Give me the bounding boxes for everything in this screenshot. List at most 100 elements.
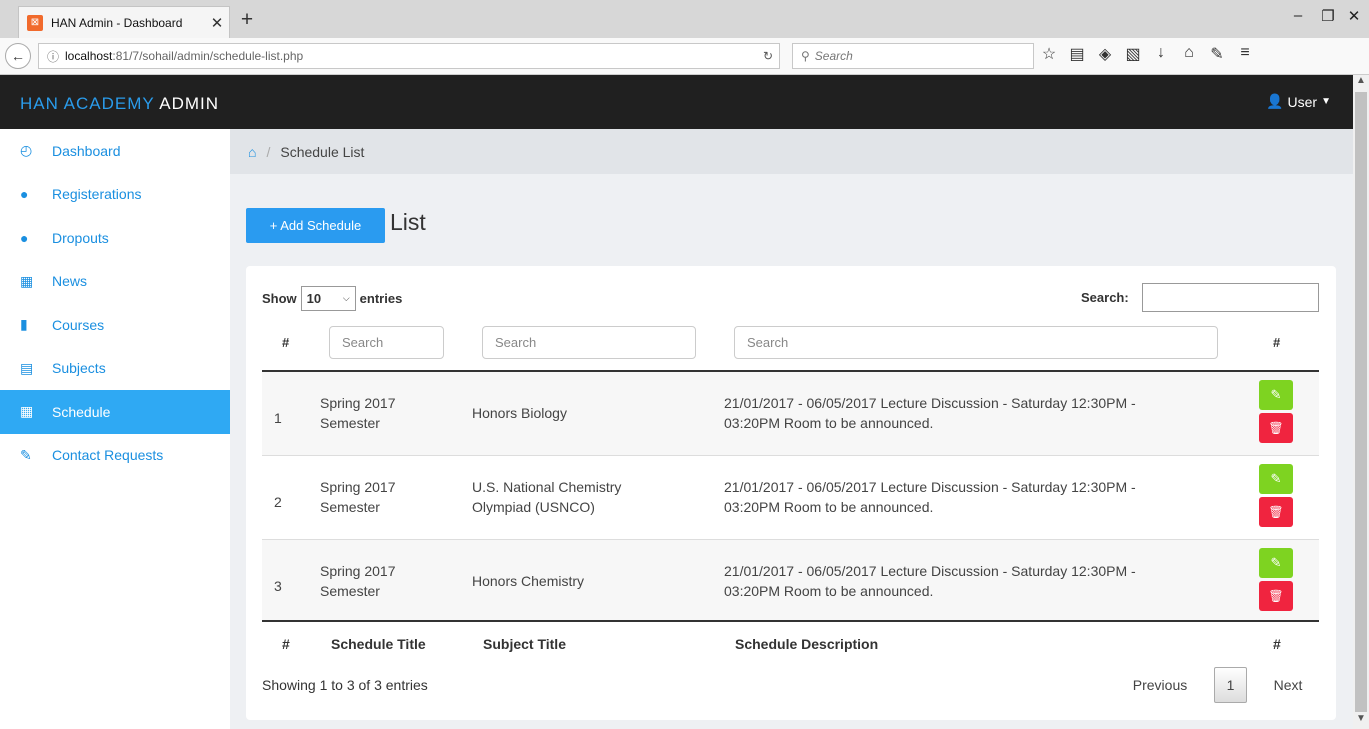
- brand-logo[interactable]: HAN ACADEMY ADMIN: [20, 94, 219, 114]
- scroll-down-icon[interactable]: ▼: [1353, 713, 1369, 729]
- schedule-title-cell: Spring 2017 Semester: [320, 561, 460, 601]
- chevron-down-icon: ⌵: [342, 293, 350, 303]
- sidebar-item-label: Courses: [52, 316, 105, 333]
- browser-search-input[interactable]: ⚲ Search: [792, 43, 1034, 69]
- edit-button[interactable]: ✎: [1259, 464, 1293, 494]
- sidebar-item-schedule[interactable]: ▦ Schedule: [0, 390, 230, 434]
- reading-list-icon[interactable]: ▤: [1068, 44, 1086, 64]
- schedule-title-filter[interactable]: Search: [329, 326, 444, 359]
- delete-button[interactable]: 🗑: [1259, 413, 1293, 443]
- sidebar-item-label: Contact Requests: [52, 447, 164, 464]
- tab-close-icon[interactable]: ✕: [205, 14, 229, 32]
- page-scrollbar[interactable]: ▲ ▼: [1353, 75, 1369, 729]
- pagination-page-1[interactable]: 1: [1214, 667, 1247, 703]
- bookmark-star-icon[interactable]: ☆: [1040, 44, 1058, 64]
- sidebar-item-label: Subjects: [52, 360, 106, 377]
- schedule-description-cell: 21/01/2017 - 06/05/2017 Lecture Discussi…: [724, 561, 1204, 601]
- sidebar-item-dropouts[interactable]: ● Dropouts: [0, 216, 230, 260]
- menu-icon[interactable]: ≡: [1236, 44, 1254, 64]
- sidebar-item-contact-requests[interactable]: ✎ Contact Requests: [0, 434, 230, 478]
- page-length-value: 10: [306, 291, 322, 306]
- user-menu-button[interactable]: 👤 User ▼: [1266, 93, 1331, 110]
- sidebar-item-label: Dropouts: [52, 229, 109, 246]
- breadcrumb: ⌂ / Schedule List: [230, 129, 1353, 174]
- caret-down-icon: ▼: [1321, 96, 1331, 107]
- address-bar[interactable]: ⓘ localhost :81/7/sohail/admin/schedule-…: [38, 43, 780, 69]
- subject-line: U.S. National Chemistry: [472, 479, 622, 495]
- edit-button[interactable]: ✎: [1259, 380, 1293, 410]
- schedule-description-cell: 21/01/2017 - 06/05/2017 Lecture Discussi…: [724, 477, 1204, 517]
- table-footer-divider: [262, 620, 1319, 622]
- schedule-description-cell: 21/01/2017 - 06/05/2017 Lecture Discussi…: [724, 393, 1204, 433]
- browser-tab-strip: ⊠ HAN Admin - Dashboard ✕ + – ❐ ✕: [0, 0, 1369, 38]
- trash-icon: 🗑: [1268, 421, 1284, 435]
- download-icon[interactable]: ↓: [1152, 44, 1170, 64]
- table-search-label: Search:: [1081, 290, 1129, 305]
- delete-button[interactable]: 🗑: [1259, 581, 1293, 611]
- row-number: 1: [274, 410, 282, 426]
- reload-icon[interactable]: ↻: [763, 49, 773, 63]
- footer-schedule-title: Schedule Title: [331, 636, 426, 652]
- window-close-button[interactable]: ✕: [1339, 7, 1369, 25]
- subject-title-cell: Honors Biology: [472, 403, 702, 423]
- title-line: Spring 2017: [320, 563, 396, 579]
- browser-search-placeholder: Search: [814, 49, 853, 63]
- pagination-next[interactable]: Next: [1263, 667, 1313, 703]
- home-icon[interactable]: ⌂: [248, 144, 256, 160]
- subject-title-cell: U.S. National Chemistry Olympiad (USNCO): [472, 477, 702, 517]
- pocket-icon[interactable]: ◈: [1096, 44, 1114, 64]
- table-row: 1 Spring 2017 Semester Honors Biology 21/…: [262, 372, 1319, 455]
- schedule-description-filter[interactable]: Search: [734, 326, 1218, 359]
- title-line: Semester: [320, 583, 380, 599]
- info-icon[interactable]: ⓘ: [47, 48, 59, 65]
- back-icon[interactable]: ←: [5, 43, 31, 69]
- sidebar-item-courses[interactable]: ▮ Courses: [0, 303, 230, 347]
- subject-title-filter[interactable]: Search: [482, 326, 696, 359]
- sidebar-item-registerations[interactable]: ● Registerations: [0, 173, 230, 217]
- url-path: :81/7/sohail/admin/schedule-list.php: [112, 49, 304, 63]
- trash-icon: 🗑: [1268, 505, 1284, 519]
- footer-actions-hash: #: [1273, 636, 1281, 652]
- screenshot-icon[interactable]: ▧: [1124, 44, 1142, 64]
- schedule-title-cell: Spring 2017 Semester: [320, 393, 460, 433]
- pencil-icon: ✎: [1270, 387, 1282, 402]
- row-number: 2: [274, 494, 282, 510]
- home-icon[interactable]: ⌂: [1180, 44, 1198, 64]
- schedule-title-cell: Spring 2017 Semester: [320, 477, 460, 517]
- subject-line: Honors Biology: [472, 405, 567, 421]
- pagination-previous[interactable]: Previous: [1123, 667, 1197, 703]
- new-tab-button[interactable]: +: [236, 8, 258, 32]
- scroll-up-icon[interactable]: ▲: [1353, 75, 1369, 91]
- grid-icon: ▦: [20, 403, 34, 420]
- table-search-input[interactable]: [1142, 283, 1319, 312]
- sidebar-item-label: Registerations: [52, 186, 142, 203]
- page-length-select[interactable]: 10 ⌵: [300, 286, 356, 311]
- browser-tab[interactable]: ⊠ HAN Admin - Dashboard ✕: [18, 6, 230, 38]
- add-schedule-button[interactable]: + Add Schedule: [246, 208, 385, 243]
- minimize-button[interactable]: –: [1283, 7, 1313, 24]
- sidebar: ◴ Dashboard ● Registerations ● Dropouts ▦ Ne…: [0, 129, 230, 729]
- table-row: 3 Spring 2017 Semester Honors Chemistry 2…: [262, 540, 1319, 620]
- sidebar-item-label: News: [52, 273, 88, 290]
- header-hash: #: [282, 335, 290, 350]
- title-line: Spring 2017: [320, 479, 396, 495]
- entries-label: entries: [359, 291, 403, 306]
- pencil-icon: ✎: [20, 446, 32, 463]
- delete-button[interactable]: 🗑: [1259, 497, 1293, 527]
- sidebar-item-subjects[interactable]: ▤ Subjects: [0, 347, 230, 391]
- app-topbar: HAN ACADEMY ADMIN 👤 User ▼: [0, 75, 1353, 129]
- edit-button[interactable]: ✎: [1259, 548, 1293, 578]
- tools-icon[interactable]: ✎: [1208, 44, 1226, 64]
- user-icon: ●: [20, 186, 29, 203]
- schedule-table-card: Show 10 ⌵ entries Search: # Search Searc…: [246, 266, 1336, 720]
- scroll-thumb[interactable]: [1355, 92, 1367, 712]
- page-title: List: [390, 209, 426, 235]
- user-icon: ●: [20, 229, 29, 246]
- sidebar-item-dashboard[interactable]: ◴ Dashboard: [0, 129, 230, 173]
- brand-prefix: HAN ACADEMY: [20, 94, 160, 113]
- pencil-icon: ✎: [1270, 471, 1282, 486]
- subject-line: Honors Chemistry: [472, 573, 585, 589]
- table-row: 2 Spring 2017 Semester U.S. National Chem…: [262, 456, 1319, 539]
- sidebar-item-news[interactable]: ▦ News: [0, 260, 230, 304]
- desc-line: 03:20PM Room to be announced.: [724, 499, 934, 515]
